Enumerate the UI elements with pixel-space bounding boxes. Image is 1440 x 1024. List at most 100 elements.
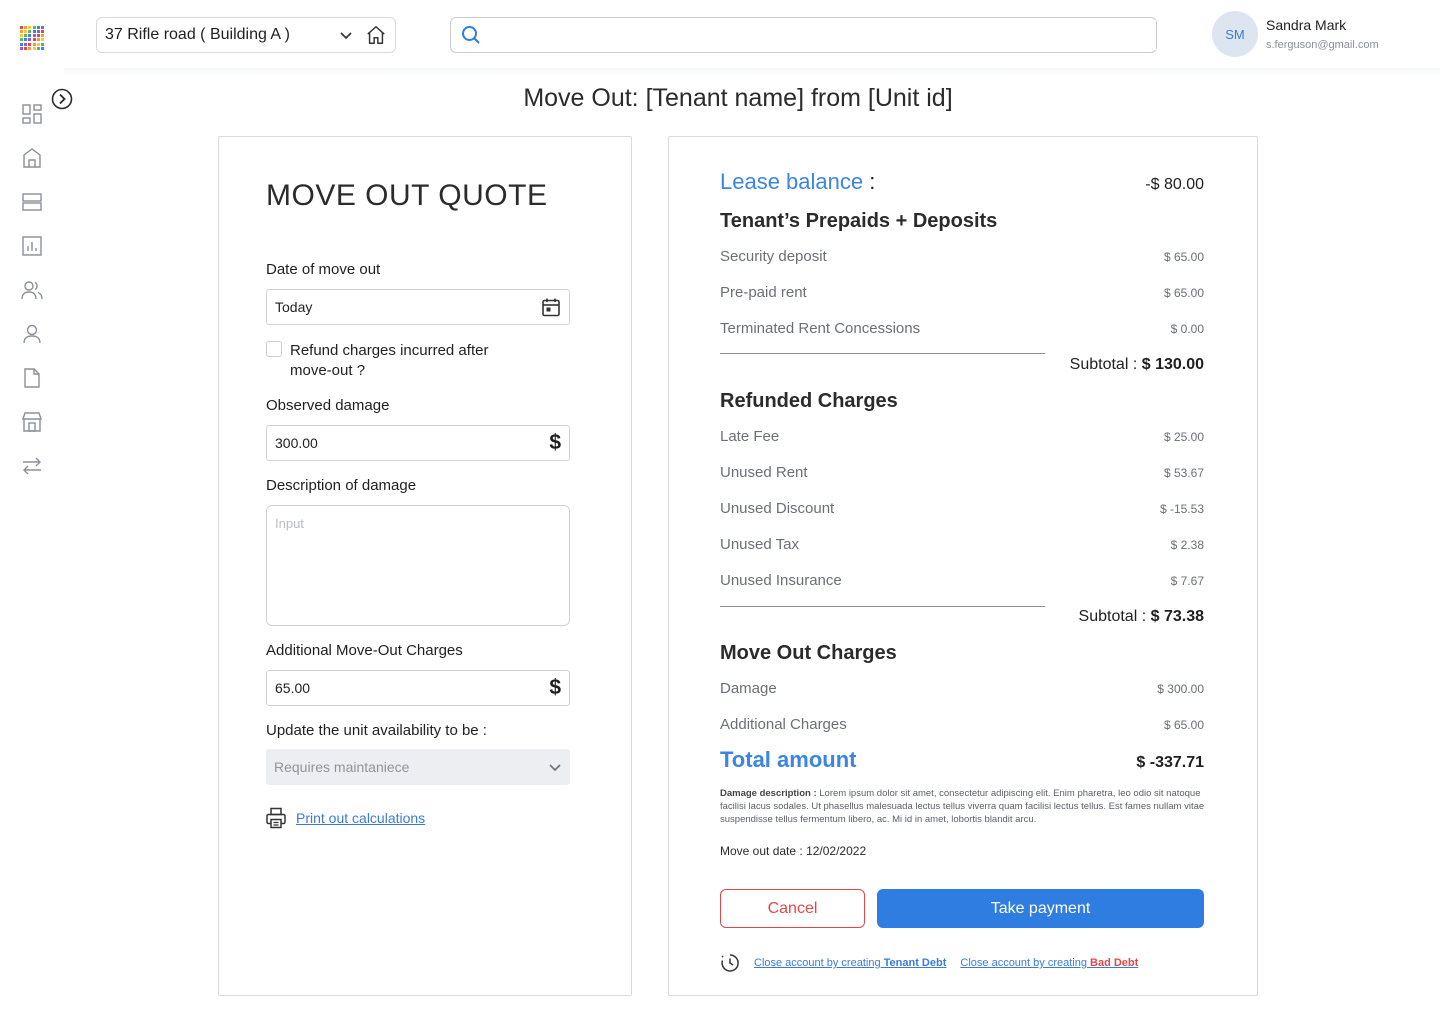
move-out-quote-card: MOVE OUT QUOTE Date of move out Today Re… [218,136,632,996]
refund-label: Refund charges incurred after move-out ? [290,342,489,379]
logo-cell [32,34,36,38]
building-name: 37 Rifle road ( Building A ) [105,26,290,43]
line-item-label: Unused Tax [720,536,799,553]
line-item: Unused Tax $ 2.38 [720,536,1204,553]
damage-description: Damage description : Lorem ipsum dolor s… [720,788,1205,825]
description-label: Description of damage [266,477,417,494]
transfer-icon[interactable] [20,454,44,478]
logo-cell [40,30,44,34]
avatar[interactable]: SM [1212,11,1258,57]
logo-cell [24,34,28,38]
line-item: Security deposit $ 65.00 [720,248,1204,265]
logo-cell [28,46,32,50]
line-item-value: $ 25.00 [1163,430,1204,444]
close-tenant-debt-link[interactable]: Close account by creating Tenant Debt [754,957,946,969]
close-account-links: Close account by creating Tenant Debt Cl… [720,953,1138,973]
calendar-icon[interactable] [541,297,561,317]
move-out-date: Move out date : 12/02/2022 [720,844,867,858]
line-item-label: Late Fee [720,428,780,445]
divider [720,606,1045,607]
document-icon[interactable] [20,366,44,390]
close-bad-debt-link[interactable]: Close account by creating Bad Debt [960,957,1138,969]
moveout-charges-title: Move Out Charges [720,642,897,664]
total-value: $ -337.71 [1136,754,1204,771]
logo-cell [28,38,32,42]
line-item-value: $ 65.00 [1163,718,1204,732]
cancel-button[interactable]: Cancel [720,889,865,928]
lease-balance-value: -$ 80.00 [1145,176,1204,193]
chevron-down-icon [340,32,352,40]
app-logo[interactable] [20,26,44,50]
additional-charges-field[interactable]: 65.00 $ [266,670,570,706]
line-item: Unused Rent $ 53.67 [720,464,1204,481]
availability-select[interactable]: Requires maintaniece [266,749,570,785]
line-item: Pre-paid rent $ 65.00 [720,284,1204,301]
dollar-icon: $ [549,431,561,454]
observed-damage-field[interactable]: 300.00 $ [266,425,570,461]
user-profile[interactable]: SM Sandra Mark s.ferguson@gmail.com [1212,11,1379,57]
logo-cell [28,42,32,46]
print-link[interactable]: Print out calculations [296,810,425,826]
logo-cell [20,46,23,50]
logo-cell [24,42,28,46]
logo-cell [36,46,40,50]
date-label: Date of move out [266,261,381,278]
line-item: Late Fee $ 25.00 [720,428,1204,445]
availability-label: Update the unit availability to be : [266,722,487,739]
logo-cell [24,30,28,34]
logo-cell [24,38,28,42]
line-item: Unused Insurance $ 7.67 [720,572,1204,589]
damage-value: 300.00 [275,435,318,451]
building-icon[interactable] [20,146,44,170]
line-item-value: $ 53.67 [1163,466,1204,480]
search-input[interactable] [489,20,1156,50]
damage-description-input[interactable]: Input [266,505,570,626]
home-icon[interactable] [365,24,387,46]
logo-cell [20,30,23,34]
line-item-label: Unused Discount [720,500,835,517]
logo-cell [40,42,44,46]
line-item: Unused Discount $ -15.53 [720,500,1204,517]
line-item-label: Security deposit [720,248,827,265]
print-calculations[interactable]: Print out calculations [266,807,425,829]
take-payment-button[interactable]: Take payment [877,889,1204,928]
line-item-label: Damage [720,680,777,697]
logo-cell [24,26,28,29]
total-row: Total amount $ -337.71 [720,747,1204,773]
line-item: Damage $ 300.00 [720,680,1204,697]
line-item-label: Terminated Rent Concessions [720,320,921,337]
refunded-subtotal: Subtotal : $ 73.38 [1078,608,1204,625]
line-item-value: $ 2.38 [1170,538,1204,552]
damage-label: Observed damage [266,397,390,414]
logo-cell [40,26,44,29]
logo-cell [32,30,36,34]
line-item-value: $ -15.53 [1159,502,1204,516]
additional-value: 65.00 [275,680,311,696]
logo-cell [28,26,32,29]
store-icon[interactable] [20,410,44,434]
logo-cell [36,38,40,42]
line-item-value: $ 65.00 [1163,286,1204,300]
building-selector[interactable]: 37 Rifle road ( Building A ) [96,17,396,53]
refund-checkbox[interactable] [266,341,282,357]
line-item-value: $ 300.00 [1157,682,1204,696]
printer-icon [266,807,286,829]
line-item-value: $ 7.67 [1170,574,1204,588]
reports-icon[interactable] [20,234,44,258]
line-item: Additional Charges $ 65.00 [720,716,1204,733]
logo-cell [36,34,40,38]
move-out-summary-card: Lease balance : -$ 80.00 Tenant’s Prepai… [668,136,1258,996]
units-icon[interactable] [20,190,44,214]
search-icon [462,26,480,44]
prepaids-subtotal: Subtotal : $ 130.00 [1069,356,1204,373]
additional-charges-label: Additional Move-Out Charges [266,642,463,659]
line-item-label: Unused Insurance [720,572,842,589]
user-icon[interactable] [20,322,44,346]
clock-icon [721,954,739,972]
lease-balance-row: Lease balance : -$ 80.00 [720,169,1204,195]
search-bar[interactable] [450,17,1157,53]
move-out-date-field[interactable]: Today [266,289,570,325]
tenants-icon[interactable] [20,278,44,302]
logo-cell [32,46,36,50]
line-item-value: $ 0.00 [1170,322,1204,336]
